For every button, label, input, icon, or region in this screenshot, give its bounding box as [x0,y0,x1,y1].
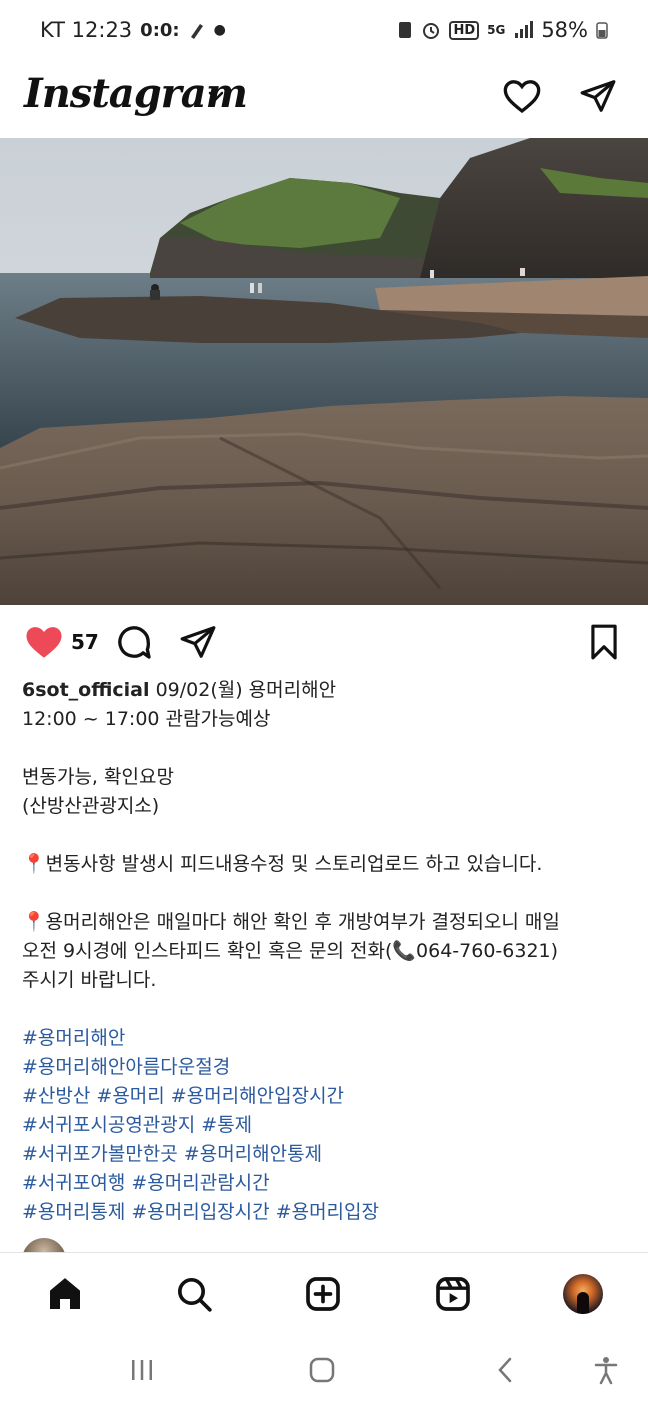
status-time: KT 12:23 [40,18,133,42]
status-extra: 0:0: [140,19,180,41]
create-icon [306,1277,340,1311]
caption-line: 변동가능, 확인요망 [22,766,174,788]
post-image[interactable] [0,138,648,605]
home-icon [50,1278,80,1309]
caption-line: 12:00 ~ 17:00 관람가능예상 [22,708,271,730]
hashtag-line[interactable]: #산방산 #용머리 #용머리해안입장시간 [22,1082,622,1111]
signal-icon [515,21,534,38]
home-system-button[interactable] [302,1352,342,1388]
status-right: HD 5G 58% [397,18,608,42]
dot-icon: ● [213,22,226,38]
hashtag-line[interactable]: #용머리해안 [22,1024,622,1053]
system-navigation-bar [0,1334,648,1404]
back-icon [498,1357,512,1383]
save-button[interactable] [582,620,626,664]
like-button[interactable] [22,620,66,664]
post-actions: 57 [0,614,648,670]
battery-icon [596,22,608,39]
recents-icon [132,1360,152,1380]
send-icon [580,80,616,112]
share-button[interactable] [176,620,220,664]
caption-line [22,995,622,1024]
caption-text: 09/02(월) 용머리해안 [149,679,337,701]
app-header: Instagram [0,62,648,138]
hashtag-line[interactable]: #서귀포가볼만한곳 #용머리해안통제 [22,1140,622,1169]
hashtag-line[interactable]: #용머리해안아름다운절경 [22,1053,622,1082]
heart-filled-icon [26,627,62,658]
profile-avatar [563,1274,603,1314]
nav-home[interactable] [42,1271,88,1317]
comment-button[interactable] [112,620,156,664]
caption-line: 📍변동사항 발생시 피드내용수정 및 스토리업로드 하고 있습니다. [22,853,543,875]
send-icon [180,626,216,658]
status-left: KT 12:23 0:0: ● [40,18,226,42]
alarm-icon [423,23,440,39]
hd-icon: HD [449,20,480,40]
battery-saver-icon [399,22,412,38]
accessibility-icon [594,1357,618,1385]
caption-line: (산방산관광지소) [22,795,160,817]
direct-messages-button[interactable] [576,74,620,118]
hashtag-line[interactable]: #용머리통제 #용머리입장시간 #용머리입장 [22,1198,622,1227]
nav-search[interactable] [171,1271,217,1317]
bottom-navigation [0,1252,648,1334]
caption-line: 6sot_official 09/02(월) 용머리해안 [22,676,622,705]
caption-line: 오전 9시경에 인스타피드 확인 혹은 문의 전화(📞064-760-6321) [22,940,559,962]
post-caption: 6sot_official 09/02(월) 용머리해안 12:00 ~ 17:… [22,676,622,1227]
network-label: 5G [487,23,506,37]
home-circle-icon [309,1357,335,1383]
accessibility-button[interactable] [586,1352,626,1388]
chevron-down-icon[interactable] [206,86,226,106]
bookmark-icon [591,624,617,660]
hashtag-line[interactable]: #서귀포시공영관광지 #통제 [22,1111,622,1140]
pen-icon [190,24,203,39]
post-username[interactable]: 6sot_official [22,679,150,701]
caption-line [22,879,622,908]
like-count[interactable]: 57 [71,630,99,654]
hashtag-line[interactable]: #서귀포여행 #용머리관람시간 [22,1169,622,1198]
recents-button[interactable] [122,1352,162,1388]
caption-line [22,821,622,850]
status-bar: KT 12:23 0:0: ● HD 5G 58% [0,0,648,62]
nav-profile[interactable] [560,1271,606,1317]
back-button[interactable] [486,1352,526,1388]
search-icon [178,1278,212,1312]
notifications-button[interactable] [500,74,544,118]
reels-icon [436,1277,470,1311]
coastal-rock-photo [0,138,648,605]
caption-line [22,734,622,763]
comment-icon [118,626,151,659]
battery-percent: 58% [541,18,588,42]
caption-line: 📍용머리해안은 매일마다 해안 확인 후 개방여부가 결정되오니 매일 [22,911,560,933]
nav-create[interactable] [300,1271,346,1317]
caption-line: 주시기 바랍니다. [22,969,157,991]
nav-reels[interactable] [430,1271,476,1317]
heart-icon [503,80,541,114]
